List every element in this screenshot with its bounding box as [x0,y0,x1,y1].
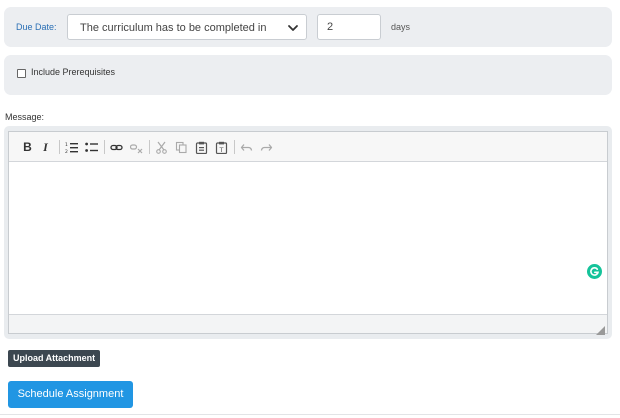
toolbar-separator [149,140,150,154]
grammarly-icon[interactable] [587,264,602,279]
due-date-panel: Due Date: The curriculum has to be compl… [4,7,612,47]
editor-statusbar [9,314,607,335]
paste-icon[interactable] [195,141,208,154]
completion-rule-select-value: The curriculum has to be completed in [80,22,267,34]
toolbar-separator [104,140,105,154]
link-icon[interactable] [110,141,123,154]
toolbar-separator [59,140,60,154]
unlink-icon[interactable] [130,141,143,154]
svg-text:1: 1 [65,142,68,148]
days-unit-label: days [391,22,411,32]
schedule-assignment-button[interactable]: Schedule Assignment [8,381,133,408]
due-date-label: Due Date: [16,22,57,32]
svg-text:2: 2 [65,149,68,154]
bold-button[interactable]: B [21,141,34,154]
message-body-input[interactable] [9,163,607,314]
upload-attachment-button[interactable]: Upload Attachment [8,350,101,367]
message-editor-frame: B I 12 T [4,126,612,339]
days-input[interactable]: 2 [317,14,381,40]
paste-text-icon[interactable]: T [215,141,228,154]
completion-rule-select[interactable]: The curriculum has to be completed in [67,14,307,40]
message-label: Message: [5,112,45,122]
bulleted-list-icon[interactable] [85,141,98,154]
chevron-down-icon [287,21,299,33]
copy-icon[interactable] [175,141,188,154]
numbered-list-icon[interactable]: 12 [65,141,78,154]
include-prerequisites-checkbox[interactable] [17,69,26,78]
prerequisites-panel: Include Prerequisites [4,55,612,95]
redo-icon[interactable] [260,141,273,154]
include-prerequisites-label: Include Prerequisites [31,67,116,77]
cut-icon[interactable] [155,141,168,154]
message-editor: B I 12 T [8,131,608,335]
toolbar-separator [234,140,235,154]
editor-toolbar: B I 12 T [9,132,607,162]
divider [0,414,620,415]
italic-button[interactable]: I [39,141,52,154]
undo-icon[interactable] [240,141,253,154]
days-input-value: 2 [327,21,334,33]
resize-handle-icon[interactable] [596,322,605,335]
svg-text:T: T [219,146,224,154]
